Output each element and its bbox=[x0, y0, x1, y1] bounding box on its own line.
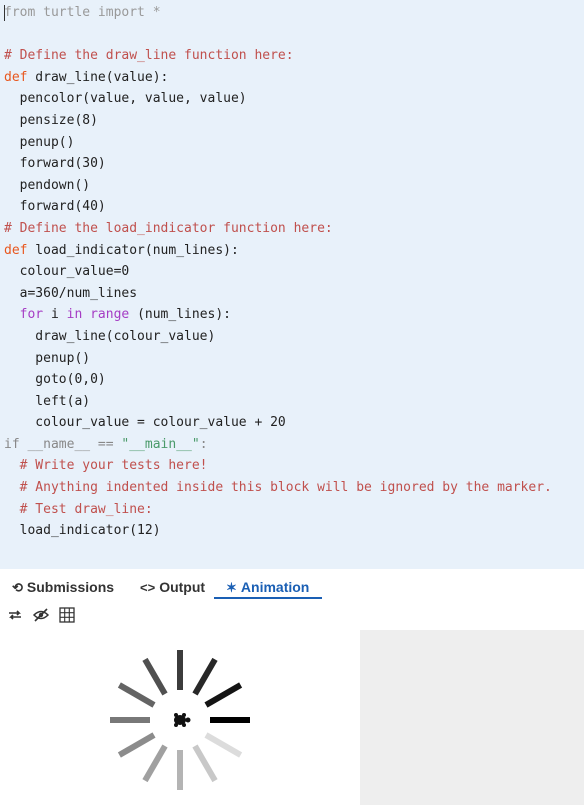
code-token: # Test draw_line: bbox=[4, 501, 153, 517]
eye-off-icon[interactable] bbox=[32, 606, 50, 624]
code-token: penup() bbox=[4, 350, 91, 366]
code-content[interactable]: from turtle import * # Define the draw_l… bbox=[4, 2, 552, 542]
code-token: for bbox=[19, 307, 44, 323]
code-token: i bbox=[43, 307, 67, 323]
code-icon: <> bbox=[140, 580, 156, 595]
indicator-line bbox=[192, 744, 218, 783]
indicator-line bbox=[142, 657, 168, 696]
code-token: def bbox=[4, 69, 28, 85]
code-token: "__main__" bbox=[121, 436, 200, 452]
turtle-leg bbox=[182, 723, 186, 727]
code-line: if __name__ == "__main__": bbox=[4, 434, 552, 456]
code-editor[interactable]: from turtle import * # Define the draw_l… bbox=[0, 0, 584, 569]
code-line: # Test draw_line: bbox=[4, 499, 552, 521]
code-token: forward(30) bbox=[4, 156, 106, 172]
code-token: from turtle import * bbox=[4, 5, 161, 20]
code-token: # Write your tests here! bbox=[4, 458, 208, 474]
tab-animation[interactable]: ✶ Animation bbox=[214, 569, 322, 599]
indicator-line bbox=[204, 732, 243, 758]
code-line: left(a) bbox=[4, 391, 552, 413]
grid-icon[interactable] bbox=[58, 606, 76, 624]
code-line: # Write your tests here! bbox=[4, 455, 552, 477]
turtle-leg bbox=[174, 713, 178, 717]
code-token: left(a) bbox=[4, 393, 91, 409]
turtle-canvas bbox=[0, 630, 360, 805]
code-token: goto(0,0) bbox=[4, 372, 106, 388]
code-line: from turtle import * bbox=[4, 2, 552, 24]
turtle-cursor-icon bbox=[174, 713, 191, 727]
code-token: load_indicator(num_lines): bbox=[27, 242, 239, 258]
load-indicator-drawing bbox=[110, 650, 250, 790]
code-line: # Define the draw_line function here: bbox=[4, 45, 552, 67]
code-token: def bbox=[4, 242, 28, 258]
code-token: # Define the draw_line function here: bbox=[4, 48, 294, 64]
code-line: draw_line(colour_value) bbox=[4, 326, 552, 348]
code-line: a=360/num_lines bbox=[4, 283, 552, 305]
code-line: pendown() bbox=[4, 175, 552, 197]
code-line: # Define the load_indicator function her… bbox=[4, 218, 552, 240]
code-token: draw_line(value): bbox=[27, 69, 169, 85]
turtle-leg bbox=[174, 723, 178, 727]
code-token: load_indicator(12) bbox=[4, 523, 161, 539]
code-token: if __name__ == bbox=[4, 436, 122, 452]
indicator-line bbox=[192, 657, 218, 696]
canvas-side-panel bbox=[360, 630, 584, 805]
code-line: for i in range (num_lines): bbox=[4, 304, 552, 326]
code-token: in bbox=[66, 307, 83, 323]
indicator-line bbox=[117, 732, 156, 758]
tab-output[interactable]: <> Output bbox=[140, 569, 205, 601]
code-token: pendown() bbox=[4, 177, 91, 193]
code-token: draw_line(colour_value) bbox=[4, 328, 216, 344]
code-line: forward(40) bbox=[4, 196, 552, 218]
turtle-icon: ✶ bbox=[226, 580, 237, 595]
indicator-line bbox=[117, 682, 156, 708]
code-token: pencolor(value, value, value) bbox=[4, 91, 247, 107]
code-line: load_indicator(12) bbox=[4, 520, 552, 542]
code-token: colour_value=0 bbox=[4, 264, 130, 280]
code-token: range bbox=[90, 307, 130, 323]
code-line: colour_value=0 bbox=[4, 261, 552, 283]
code-token: a=360/num_lines bbox=[4, 285, 138, 301]
history-icon: ⟲ bbox=[12, 580, 23, 595]
code-line: def load_indicator(num_lines): bbox=[4, 240, 552, 262]
code-line: goto(0,0) bbox=[4, 369, 552, 391]
tab-label: Submissions bbox=[26, 579, 115, 595]
output-tab-bar: ⟲ Submissions <> Output ✶ Animation bbox=[0, 569, 584, 605]
tab-label: Animation bbox=[240, 579, 310, 595]
code-line: pencolor(value, value, value) bbox=[4, 88, 552, 110]
code-token: penup() bbox=[4, 134, 75, 150]
code-line: penup() bbox=[4, 348, 552, 370]
indicator-line bbox=[142, 744, 168, 783]
indicator-line bbox=[204, 682, 243, 708]
code-line: def draw_line(value): bbox=[4, 67, 552, 89]
code-line: penup() bbox=[4, 132, 552, 154]
code-line: # Anything indented inside this block wi… bbox=[4, 477, 552, 499]
turtle-leg bbox=[182, 713, 186, 717]
code-token: (num_lines): bbox=[129, 307, 231, 323]
code-token: colour_value = colour_value + 20 bbox=[4, 415, 286, 431]
code-line: colour_value = colour_value + 20 bbox=[4, 412, 552, 434]
code-line: forward(30) bbox=[4, 153, 552, 175]
code-token: : bbox=[199, 436, 208, 452]
code-token: # Anything indented inside this block wi… bbox=[4, 480, 552, 496]
tab-submissions[interactable]: ⟲ Submissions bbox=[12, 569, 114, 601]
code-token: forward(40) bbox=[4, 199, 106, 215]
turtle-head bbox=[185, 717, 191, 723]
code-line: pensize(8) bbox=[4, 110, 552, 132]
code-token: # Define the load_indicator function her… bbox=[4, 220, 333, 236]
code-token: pensize(8) bbox=[4, 112, 98, 128]
repeat-icon[interactable] bbox=[6, 606, 24, 624]
tab-label: Output bbox=[159, 579, 206, 595]
